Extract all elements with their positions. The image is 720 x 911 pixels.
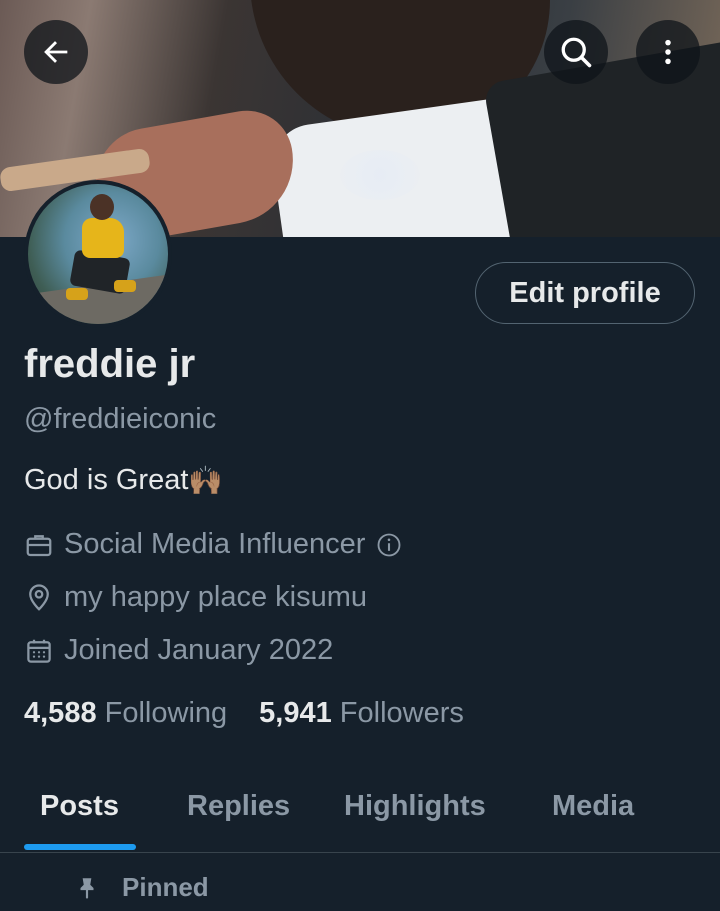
tab-highlights[interactable]: Highlights [344, 790, 486, 823]
profile-category: Social Media Influencer [24, 528, 403, 561]
following-count: 4,588 [24, 697, 97, 729]
following-label: Following [104, 697, 228, 729]
joined-text: Joined January 2022 [64, 634, 334, 666]
display-name: freddie jr [24, 342, 196, 386]
user-handle: @freddieiconic [24, 403, 217, 435]
info-icon[interactable] [375, 531, 403, 559]
search-icon [561, 37, 592, 68]
avatar-shape [66, 288, 88, 300]
avatar[interactable] [24, 180, 172, 328]
profile-joined: Joined January 2022 [24, 634, 333, 667]
more-vertical-icon [665, 39, 671, 65]
avatar-shape [114, 280, 136, 292]
profile-location: my happy place kisumu [24, 581, 367, 614]
briefcase-icon [26, 534, 52, 556]
followers-count: 5,941 [259, 697, 332, 729]
following-link[interactable]: 4,588 Following [24, 697, 227, 730]
search-button[interactable] [544, 20, 608, 84]
back-button[interactable] [24, 20, 88, 84]
praise-hands-emoji: 🙌🏽 [188, 465, 224, 496]
tab-posts[interactable]: Posts [40, 790, 119, 823]
avatar-shape [82, 218, 124, 258]
location-text: my happy place kisumu [64, 581, 368, 613]
pin-icon [80, 877, 94, 899]
pinned-label: Pinned [74, 872, 209, 903]
location-pin-icon [29, 583, 49, 611]
follow-stats: 4,588 Following 5,941 Followers [24, 697, 464, 730]
tab-replies[interactable]: Replies [187, 790, 290, 823]
followers-label: Followers [339, 697, 464, 729]
profile-tabs: Posts Replies Highlights Media [0, 770, 720, 852]
calendar-icon [27, 639, 51, 663]
active-tab-indicator [24, 844, 136, 850]
bio-text: God is Great [24, 464, 189, 496]
divider [0, 852, 720, 853]
more-options-button[interactable] [636, 20, 700, 84]
banner-shape [340, 150, 420, 200]
bio: God is Great 🙌🏽 [24, 464, 223, 497]
arrow-left-icon [44, 41, 68, 63]
tab-media[interactable]: Media [552, 790, 634, 823]
followers-link[interactable]: 5,941 Followers [259, 697, 464, 730]
pinned-text: Pinned [122, 872, 209, 902]
edit-profile-button[interactable]: Edit profile [475, 262, 695, 324]
avatar-shape [90, 194, 114, 220]
category-text: Social Media Influencer [64, 528, 366, 560]
